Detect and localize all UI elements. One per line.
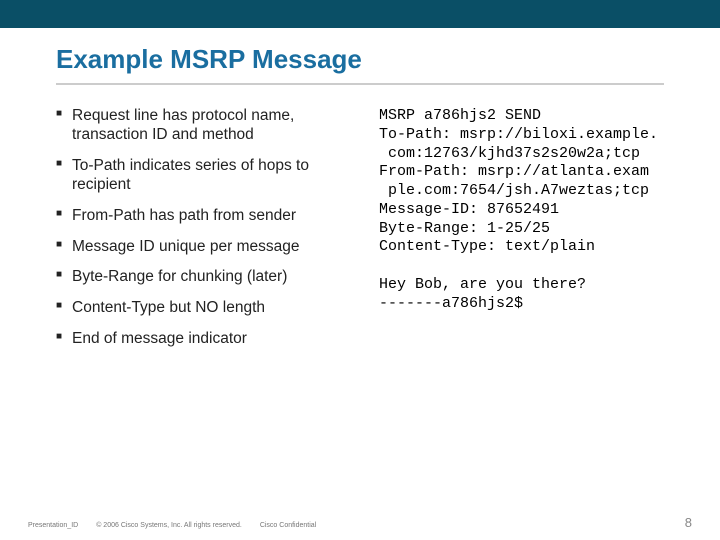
bullet-item: To-Path indicates series of hops to reci… <box>56 157 351 195</box>
footer-copyright: © 2006 Cisco Systems, Inc. All rights re… <box>96 522 242 529</box>
bullet-item: Request line has protocol name, transact… <box>56 107 351 145</box>
slide-title: Example MSRP Message <box>0 28 720 81</box>
bullet-item: From-Path has path from sender <box>56 207 351 226</box>
bullet-item: Byte-Range for chunking (later) <box>56 268 351 287</box>
footer-confidential: Cisco Confidential <box>260 522 316 529</box>
bullet-item: Message ID unique per message <box>56 238 351 257</box>
msrp-code-block: MSRP a786hjs2 SEND To-Path: msrp://bilox… <box>379 107 676 313</box>
bullet-column: Request line has protocol name, transact… <box>56 107 351 361</box>
bullet-item: End of message indicator <box>56 330 351 349</box>
page-number: 8 <box>685 515 692 530</box>
footer-presentation-id: Presentation_ID <box>28 522 78 529</box>
top-accent-bar <box>0 0 720 28</box>
bullet-item: Content-Type but NO length <box>56 299 351 318</box>
bullet-list: Request line has protocol name, transact… <box>56 107 351 349</box>
code-column: MSRP a786hjs2 SEND To-Path: msrp://bilox… <box>379 107 676 361</box>
content-row: Request line has protocol name, transact… <box>0 85 720 361</box>
footer: Presentation_ID © 2006 Cisco Systems, In… <box>28 515 692 530</box>
